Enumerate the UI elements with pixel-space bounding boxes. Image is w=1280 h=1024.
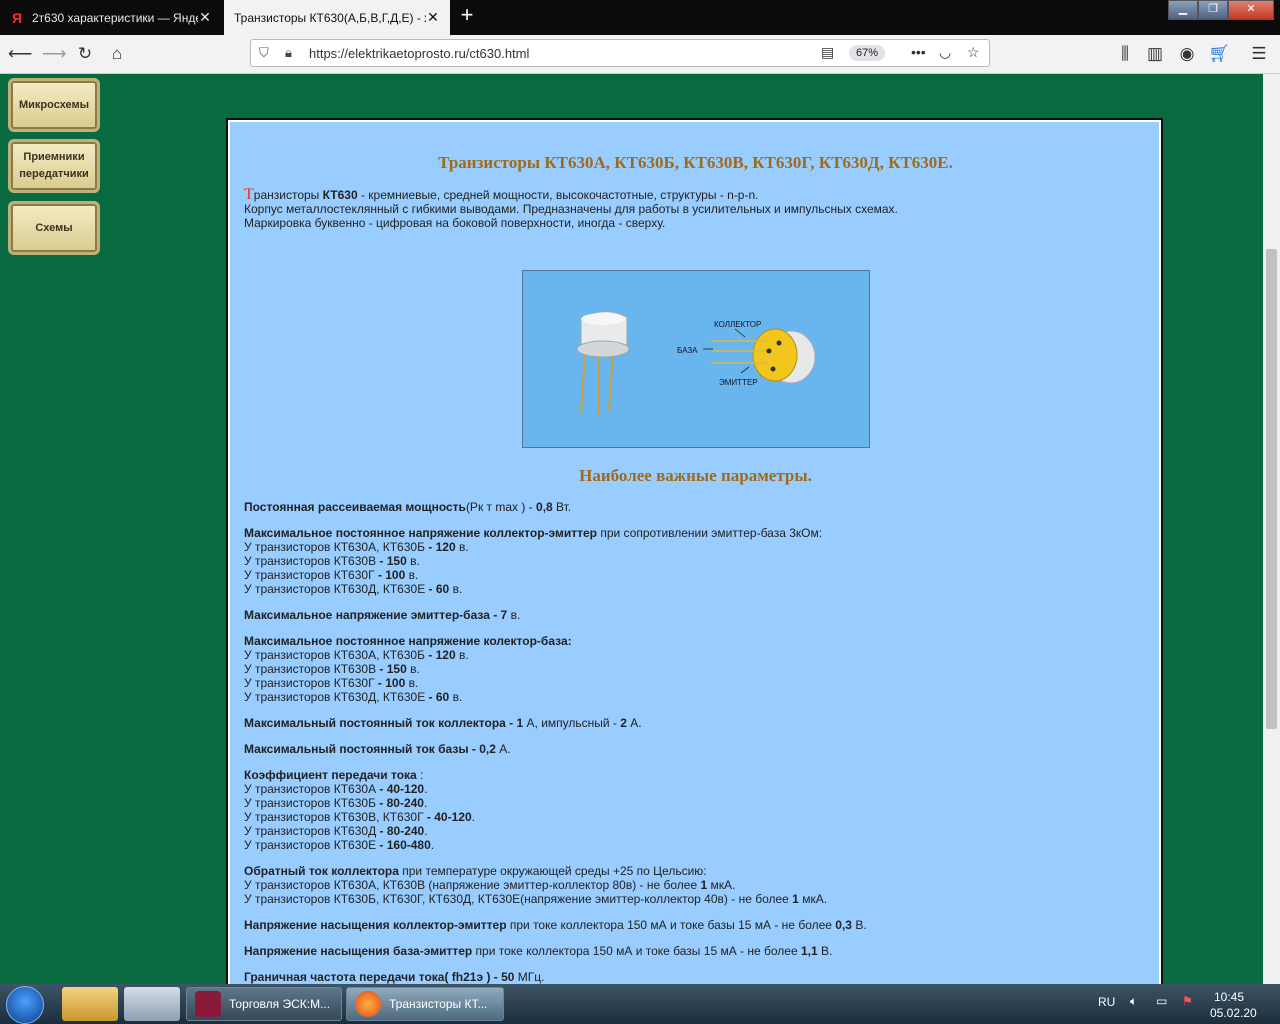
firefox-icon: [355, 991, 381, 1017]
taskbar-item-firefox[interactable]: Транзисторы КТ...: [346, 987, 504, 1021]
network-icon[interactable]: ▭: [1156, 994, 1167, 1008]
clock-date[interactable]: 05.02.20: [1210, 1006, 1257, 1020]
param-ucesat: Напряжение насыщения коллектор-эмиттер п…: [244, 918, 867, 932]
label-collector: КОЛЛЕКТОР: [714, 320, 761, 329]
tab-strip: Я 2т630 характеристики — Яндекс ✕ Транзи…: [0, 0, 1280, 35]
tab-transistors[interactable]: Транзисторы КТ630(А,Б,В,Г,Д,Е) - х ✕: [224, 0, 450, 35]
intro-line1a: ранзисторы: [253, 188, 323, 202]
intro-line2: Корпус металлостеклянный с гибкими вывод…: [244, 202, 898, 216]
param-h21: Коэффициент передачи тока : У транзистор…: [244, 768, 475, 852]
label-emitter: ЭМИТТЕР: [719, 378, 758, 387]
dropcap: Т: [244, 186, 254, 203]
menu-icon[interactable]: ☰: [1248, 43, 1270, 65]
new-tab-icon[interactable]: +: [455, 4, 479, 28]
windows-taskbar: Торговля ЭСК:М... Транзисторы КТ... RU 🔈…: [0, 984, 1280, 1024]
close-window-icon[interactable]: ✕: [1228, 0, 1274, 20]
calculator-icon[interactable]: [124, 987, 180, 1021]
navigation-toolbar: ⟵ ⟶ ↻ ⌂ ⛉ 🔒︎ https://elektrikaetoprosto.…: [0, 35, 1280, 74]
action-center-icon[interactable]: ⚑: [1182, 994, 1193, 1008]
sidebar-item-schemes[interactable]: Схемы: [8, 201, 100, 255]
lock-icon[interactable]: 🔒︎: [285, 45, 292, 61]
param-uce: Максимальное постоянное напряжение колле…: [244, 526, 823, 596]
sidebar-item-label: Приемники передатчики: [19, 151, 89, 180]
bookmark-star-icon[interactable]: ☆: [967, 44, 980, 61]
param-ic: Максимальный постоянный ток коллектора -…: [244, 716, 642, 730]
label-base: БАЗА: [677, 346, 698, 355]
param-ucb: Максимальное постоянное напряжение колек…: [244, 634, 572, 704]
param-ueb: Максимальное напряжение эмиттер-база - 7…: [244, 608, 521, 622]
language-indicator[interactable]: RU: [1098, 995, 1115, 1009]
parameters-list: Постоянная рассеиваемая мощность(Рк т ma…: [244, 500, 1144, 996]
file-explorer-icon[interactable]: [62, 987, 118, 1021]
url-text[interactable]: https://elektrikaetoprosto.ru/ct630.html: [309, 46, 529, 61]
more-actions-icon[interactable]: •••: [911, 44, 926, 60]
address-bar[interactable]: ⛉ 🔒︎ https://elektrikaetoprosto.ru/ct630…: [250, 39, 990, 67]
clock-time[interactable]: 10:45: [1214, 990, 1244, 1004]
taskbar-item-label: Транзисторы КТ...: [389, 997, 488, 1011]
close-tab-icon[interactable]: ✕: [426, 9, 440, 26]
key-app-icon: [195, 991, 221, 1017]
window-controls: ▁ ❐ ✕: [1168, 0, 1274, 20]
sidebar-item-receivers-transmitters[interactable]: Приемники передатчики: [8, 139, 100, 193]
intro-text: Транзисторы КТ630 - кремниевые, средней …: [244, 186, 1144, 231]
reader-view-icon[interactable]: ▤: [821, 44, 834, 61]
params-heading: Наиболее важные параметры.: [579, 466, 812, 485]
yandex-favicon-icon: Я: [11, 9, 23, 26]
minimize-icon[interactable]: ▁: [1168, 0, 1198, 20]
transistor-illustration: КОЛЛЕКТОР БАЗА ЭМИТТЕР: [576, 311, 816, 415]
volume-icon[interactable]: 🔈︎: [1130, 994, 1137, 1009]
content-panel: Транзисторы КТ630А, КТ630Б, КТ630В, КТ63…: [226, 118, 1163, 1024]
sidebar-item-label: Схемы: [35, 221, 73, 234]
param-ib: Максимальный постоянный ток базы - 0,2 А…: [244, 742, 511, 756]
library-icon[interactable]: ⫼: [1114, 43, 1136, 65]
account-icon[interactable]: ◉: [1176, 43, 1198, 65]
page-scrollbar[interactable]: [1263, 74, 1280, 986]
pocket-icon[interactable]: ◡: [939, 44, 951, 61]
param-power: Постоянная рассеиваемая мощность(Рк т ma…: [244, 500, 572, 514]
taskbar-item-label: Торговля ЭСК:М...: [229, 997, 331, 1011]
intro-line1c: - кремниевые, средней мощности, высокоча…: [357, 188, 759, 202]
tab-yandex[interactable]: Я 2т630 характеристики — Яндекс ✕: [0, 0, 222, 35]
reload-icon[interactable]: ↻: [74, 43, 96, 65]
tab-title: Транзисторы КТ630(А,Б,В,Г,Д,Е) - х: [234, 10, 426, 25]
intro-line3: Маркировка буквенно - цифровая на боково…: [244, 216, 666, 230]
cart-icon[interactable]: 🛒︎: [1208, 43, 1230, 65]
param-ubesat: Напряжение насыщения база-эмиттер при то…: [244, 944, 833, 958]
sidebar-item-label: Микросхемы: [18, 98, 90, 111]
page-title: Транзисторы КТ630А, КТ630Б, КТ630В, КТ63…: [438, 153, 953, 172]
forward-arrow-icon[interactable]: ⟶: [42, 43, 66, 65]
close-tab-icon[interactable]: ✕: [198, 9, 212, 26]
start-button-icon[interactable]: [6, 986, 44, 1024]
param-icbo: Обратный ток коллектора при температуре …: [244, 864, 828, 906]
home-icon[interactable]: ⌂: [106, 43, 128, 65]
sidebar-icon[interactable]: ▥: [1144, 43, 1166, 65]
zoom-level[interactable]: 67%: [849, 45, 886, 61]
back-arrow-icon[interactable]: ⟵: [8, 43, 32, 65]
maximize-icon[interactable]: ❐: [1198, 0, 1228, 20]
tab-title: 2т630 характеристики — Яндекс: [32, 10, 198, 25]
intro-line1b: КТ630: [322, 188, 358, 202]
transistor-figure: КОЛЛЕКТОР БАЗА ЭМИТТЕР: [522, 270, 870, 448]
shield-icon[interactable]: ⛉: [259, 45, 269, 61]
sidebar-item-microchips[interactable]: Микросхемы: [8, 78, 100, 132]
scrollbar-thumb[interactable]: [1266, 249, 1277, 729]
taskbar-item-trade[interactable]: Торговля ЭСК:М...: [186, 987, 342, 1021]
param-ft: Граничная частота передачи тока( fh21э )…: [244, 970, 545, 984]
